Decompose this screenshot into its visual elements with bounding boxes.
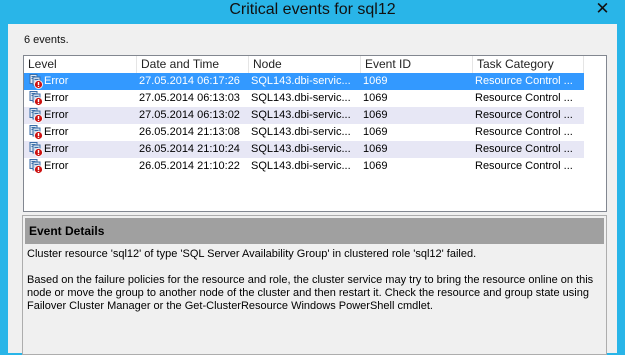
level-cell: Error bbox=[28, 158, 132, 175]
level-label: Error bbox=[44, 75, 69, 87]
level-label: Error bbox=[44, 109, 69, 121]
task-category-cell: Resource Control ... bbox=[475, 126, 573, 138]
level-label: Error bbox=[44, 92, 69, 104]
column-header-node[interactable]: Node bbox=[249, 56, 361, 73]
title-bar[interactable]: Critical events for sql12 ✕ bbox=[0, 0, 625, 24]
event-id-cell: 1069 bbox=[363, 75, 388, 87]
event-details-text[interactable]: Cluster resource 'sql12' of type 'SQL Se… bbox=[25, 246, 604, 354]
details-line-1: Cluster resource 'sql12' of type 'SQL Se… bbox=[27, 248, 477, 260]
node-cell: SQL143.dbi-servic... bbox=[251, 92, 351, 104]
task-category-cell: Resource Control ... bbox=[475, 143, 573, 155]
node-cell: SQL143.dbi-servic... bbox=[251, 143, 351, 155]
level-cell: Error bbox=[28, 107, 132, 124]
task-category-cell: Resource Control ... bbox=[475, 75, 573, 87]
date-cell: 27.05.2014 06:17:26 bbox=[139, 75, 240, 87]
date-cell: 26.05.2014 21:10:22 bbox=[139, 160, 240, 172]
task-category-cell: Resource Control ... bbox=[475, 92, 573, 104]
event-count: 6 events. bbox=[24, 34, 69, 46]
dialog-window: 6 events. Level Date and Time Node Event… bbox=[8, 24, 617, 355]
event-details-header: Event Details bbox=[25, 218, 604, 244]
column-header-task-category[interactable]: Task Category bbox=[473, 56, 584, 73]
column-header-level[interactable]: Level bbox=[24, 56, 137, 73]
level-cell: Error bbox=[28, 73, 132, 90]
date-cell: 26.05.2014 21:13:08 bbox=[139, 126, 240, 138]
event-id-cell: 1069 bbox=[363, 143, 388, 155]
events-list[interactable]: Level Date and Time Node Event ID Task C… bbox=[23, 55, 607, 212]
date-cell: 27.05.2014 06:13:03 bbox=[139, 92, 240, 104]
table-row[interactable]: Error 26.05.2014 21:13:08 SQL143.dbi-servi… bbox=[24, 124, 584, 141]
level-cell: Error bbox=[28, 124, 132, 141]
node-cell: SQL143.dbi-servic... bbox=[251, 126, 351, 138]
event-id-cell: 1069 bbox=[363, 160, 388, 172]
level-label: Error bbox=[44, 126, 69, 138]
table-row[interactable]: Error 26.05.2014 21:10:22 SQL143.dbi-servi… bbox=[24, 158, 584, 175]
date-cell: 26.05.2014 21:10:24 bbox=[139, 143, 240, 155]
task-category-cell: Resource Control ... bbox=[475, 109, 573, 121]
details-line-2: Based on the failure policies for the re… bbox=[27, 274, 594, 312]
level-label: Error bbox=[44, 143, 69, 155]
close-button[interactable]: ✕ bbox=[580, 0, 625, 20]
event-id-cell: 1069 bbox=[363, 126, 388, 138]
node-cell: SQL143.dbi-servic... bbox=[251, 160, 351, 172]
table-row[interactable]: Error 27.05.2014 06:17:26 SQL143.dbi-servi… bbox=[24, 73, 584, 90]
column-header-event-id[interactable]: Event ID bbox=[361, 56, 473, 73]
level-cell: Error bbox=[28, 90, 132, 107]
table-row[interactable]: Error 27.05.2014 06:13:02 SQL143.dbi-servi… bbox=[24, 107, 584, 124]
column-header-date[interactable]: Date and Time bbox=[137, 56, 249, 73]
event-id-cell: 1069 bbox=[363, 109, 388, 121]
event-id-cell: 1069 bbox=[363, 92, 388, 104]
event-details-panel: Event Details Cluster resource 'sql12' o… bbox=[22, 215, 607, 355]
table-row[interactable]: Error 27.05.2014 06:13:03 SQL143.dbi-servi… bbox=[24, 90, 584, 107]
task-category-cell: Resource Control ... bbox=[475, 160, 573, 172]
node-cell: SQL143.dbi-servic... bbox=[251, 109, 351, 121]
date-cell: 27.05.2014 06:13:02 bbox=[139, 109, 240, 121]
node-cell: SQL143.dbi-servic... bbox=[251, 75, 351, 87]
list-header: Level Date and Time Node Event ID Task C… bbox=[24, 56, 606, 73]
event-rows: Error 27.05.2014 06:17:26 SQL143.dbi-servi… bbox=[24, 73, 584, 175]
window-title: Critical events for sql12 bbox=[229, 1, 396, 18]
level-cell: Error bbox=[28, 141, 132, 158]
table-row[interactable]: Error 26.05.2014 21:10:24 SQL143.dbi-servi… bbox=[24, 141, 584, 158]
level-label: Error bbox=[44, 160, 69, 172]
